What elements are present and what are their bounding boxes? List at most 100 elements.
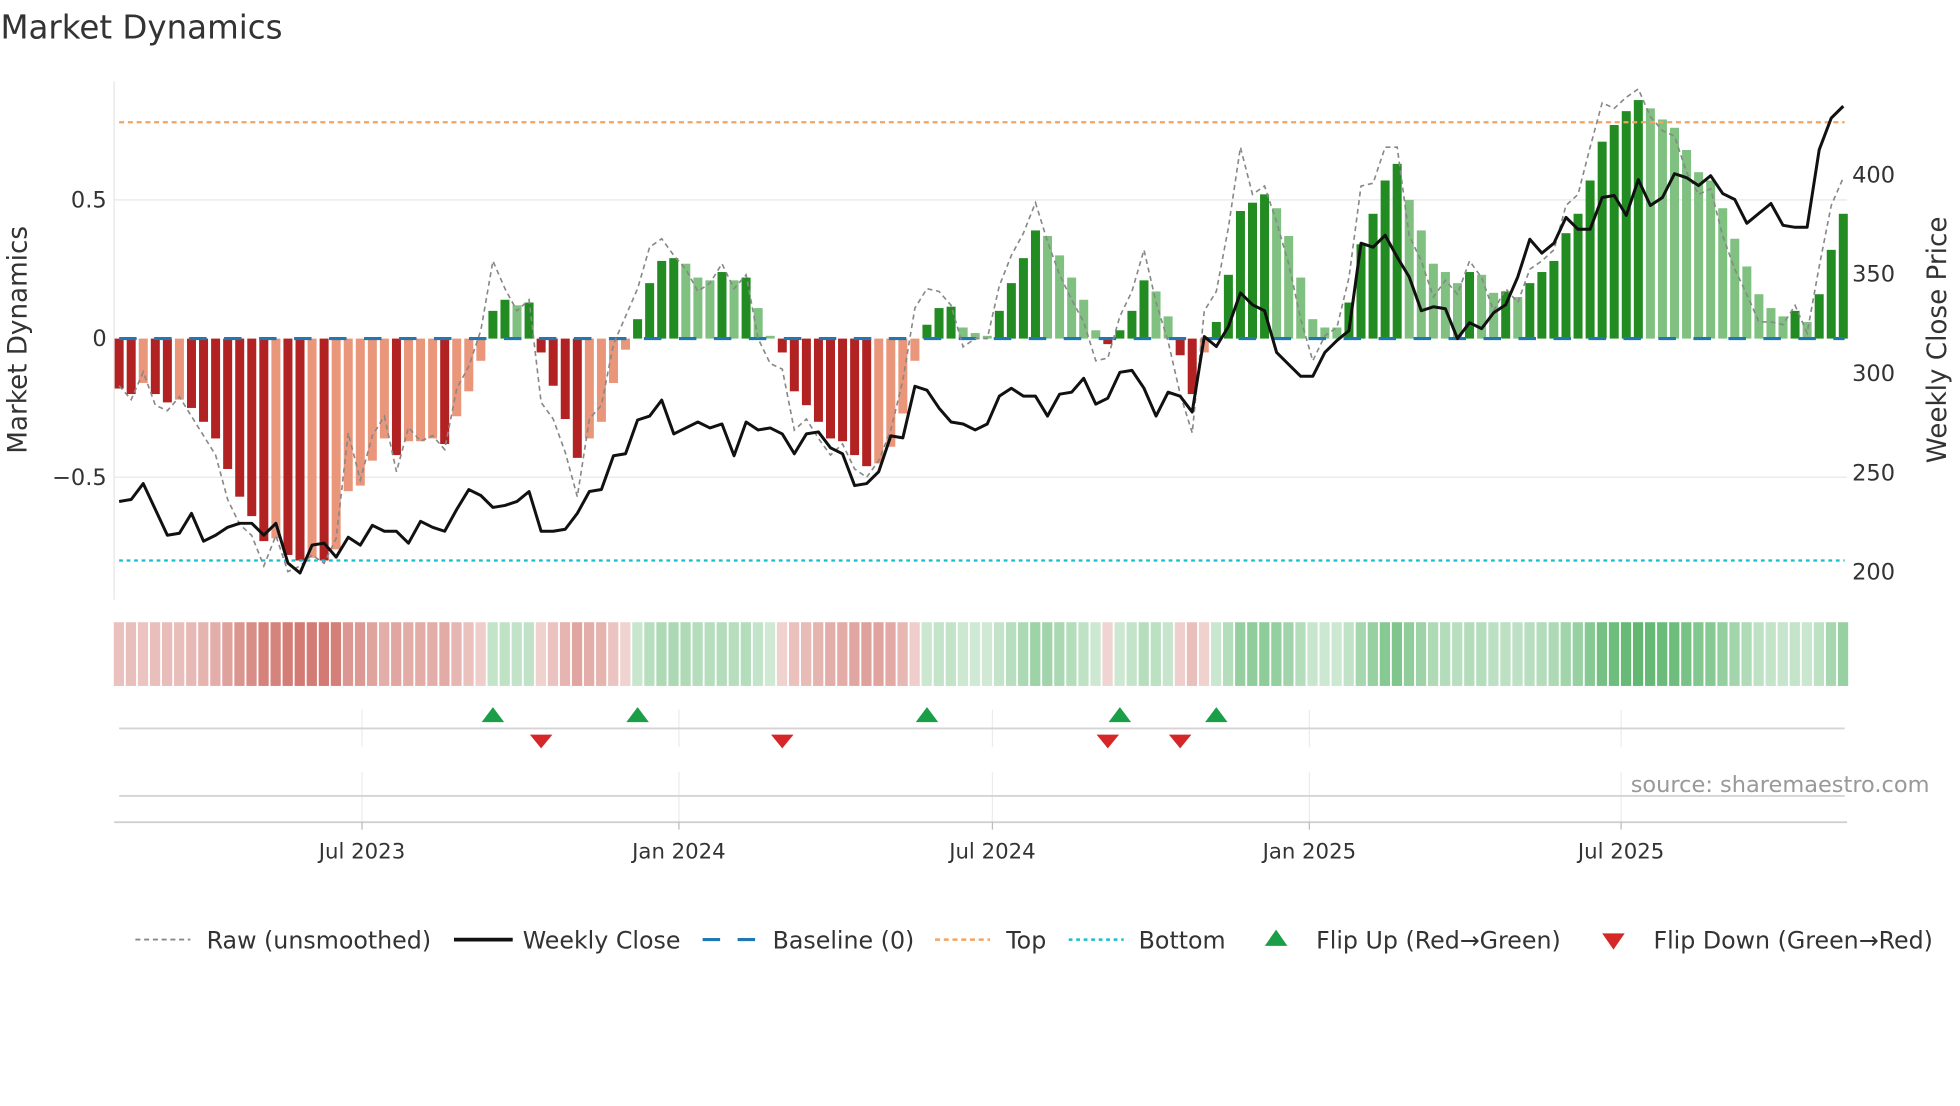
strip-cell (1355, 622, 1366, 686)
strip-cell (198, 622, 209, 686)
strip-cell (704, 622, 715, 686)
strip-cell (1186, 622, 1198, 686)
strip-cell (1584, 622, 1595, 686)
dynamics-bar (1211, 321, 1221, 339)
strip-cell (1054, 622, 1065, 686)
strip-cell (1150, 622, 1161, 686)
strip-cell (692, 622, 703, 686)
legend-flip-up-label: Flip Up (Red→Green) (1316, 926, 1561, 954)
flip-up-marker (481, 707, 505, 723)
strip-cell (644, 622, 655, 686)
legend-flip-up-icon (1264, 929, 1288, 946)
dynamics-bar (1175, 338, 1185, 356)
strip-cell (1693, 622, 1704, 686)
y-tick-label: 0.5 (71, 187, 107, 213)
strip-cell (354, 622, 366, 686)
right-axis-ticks: 400 350 300 250 200 (1852, 162, 1895, 585)
dynamics-bar (789, 338, 799, 392)
strip-cell (1729, 622, 1740, 686)
flip-up-marker (915, 707, 939, 723)
strip-cell (909, 622, 920, 686)
dynamics-bar (343, 338, 353, 492)
flip-down-marker (529, 734, 553, 749)
dynamics-bar (452, 338, 462, 417)
strip-cell (1271, 622, 1282, 686)
y2-axis-label: Weekly Close Price (1923, 217, 1953, 464)
dynamics-bar (1248, 202, 1257, 339)
flip-panel (119, 707, 1845, 749)
strip-cell (1307, 622, 1318, 686)
dynamics-bar (994, 310, 1004, 339)
strip-cell (1090, 622, 1101, 686)
dynamics-bar (657, 260, 667, 339)
flip-up-marker (1205, 707, 1228, 723)
strip-cell (1030, 622, 1041, 686)
strip-cell (186, 622, 197, 686)
source-label: source: sharemaestro.com (1631, 772, 1930, 798)
dynamics-bar (488, 310, 498, 339)
dynamics-bar (404, 338, 414, 442)
dynamics-bar (922, 324, 932, 339)
dynamics-bar (548, 338, 558, 386)
strip-cell (921, 622, 932, 686)
strip-cell (620, 622, 631, 686)
dynamics-bar (1597, 141, 1607, 339)
strip-cell (1042, 622, 1053, 686)
y2-tick-label: 200 (1852, 560, 1895, 586)
strip-cell (849, 622, 860, 686)
strip-cell (885, 622, 896, 686)
dynamics-bar (1151, 291, 1161, 339)
strip-cell (403, 622, 414, 686)
dynamics-bar (1018, 258, 1028, 339)
strip-cell (1608, 622, 1620, 686)
dynamics-bar (1139, 280, 1149, 339)
dynamics-bar (910, 338, 920, 361)
dynamics-bar (645, 283, 655, 339)
dynamics-bar (1067, 277, 1077, 339)
strip-cell (1705, 622, 1716, 686)
strip-cell (499, 622, 510, 686)
strip-cell (1548, 622, 1559, 686)
strip-cell (1018, 622, 1029, 686)
dynamics-bar (428, 338, 438, 439)
strip-cell (1138, 622, 1149, 686)
strip-cell (511, 622, 522, 686)
flip-up-marker (1108, 707, 1132, 723)
strip-cell (1391, 622, 1403, 686)
flip-down-marker (1096, 734, 1120, 749)
strip-cell (1343, 622, 1354, 686)
dynamics-bar (1754, 294, 1764, 339)
strip-cell (415, 622, 426, 686)
strip-cell (1331, 622, 1342, 686)
dynamics-bar (1549, 260, 1559, 339)
dynamics-bar (777, 338, 787, 353)
dynamics-bar (765, 335, 775, 339)
strip-cell (1379, 622, 1391, 686)
x-tick-label: Jul 2024 (947, 839, 1035, 864)
dynamics-bar (416, 338, 426, 442)
strip-cell (1837, 622, 1849, 686)
strip-cell (632, 622, 643, 686)
strip-cell (1681, 622, 1692, 686)
dynamics-bar (283, 338, 293, 555)
strip-cell (559, 622, 571, 686)
strip-cell (656, 622, 667, 686)
strip-cell (210, 622, 221, 686)
dynamics-bar (705, 280, 715, 339)
y-tick-label: 0 (92, 326, 106, 352)
dynamics-bar (391, 338, 401, 456)
strip-cell (1645, 622, 1656, 686)
x-tick-label: Jul 2025 (1576, 839, 1664, 864)
dynamics-bar (826, 338, 836, 439)
strip-cell (776, 622, 788, 686)
strip-cell (993, 622, 1005, 686)
strip-cell (379, 622, 390, 686)
strip-cell (897, 622, 908, 686)
strip-cell (1789, 622, 1800, 686)
dynamics-bar (295, 338, 305, 561)
strip-cell (1452, 622, 1463, 686)
strip-cell (1753, 622, 1764, 686)
strip-cell (1235, 622, 1246, 686)
strip-cell (752, 622, 764, 686)
dynamics-bar (1657, 119, 1667, 339)
